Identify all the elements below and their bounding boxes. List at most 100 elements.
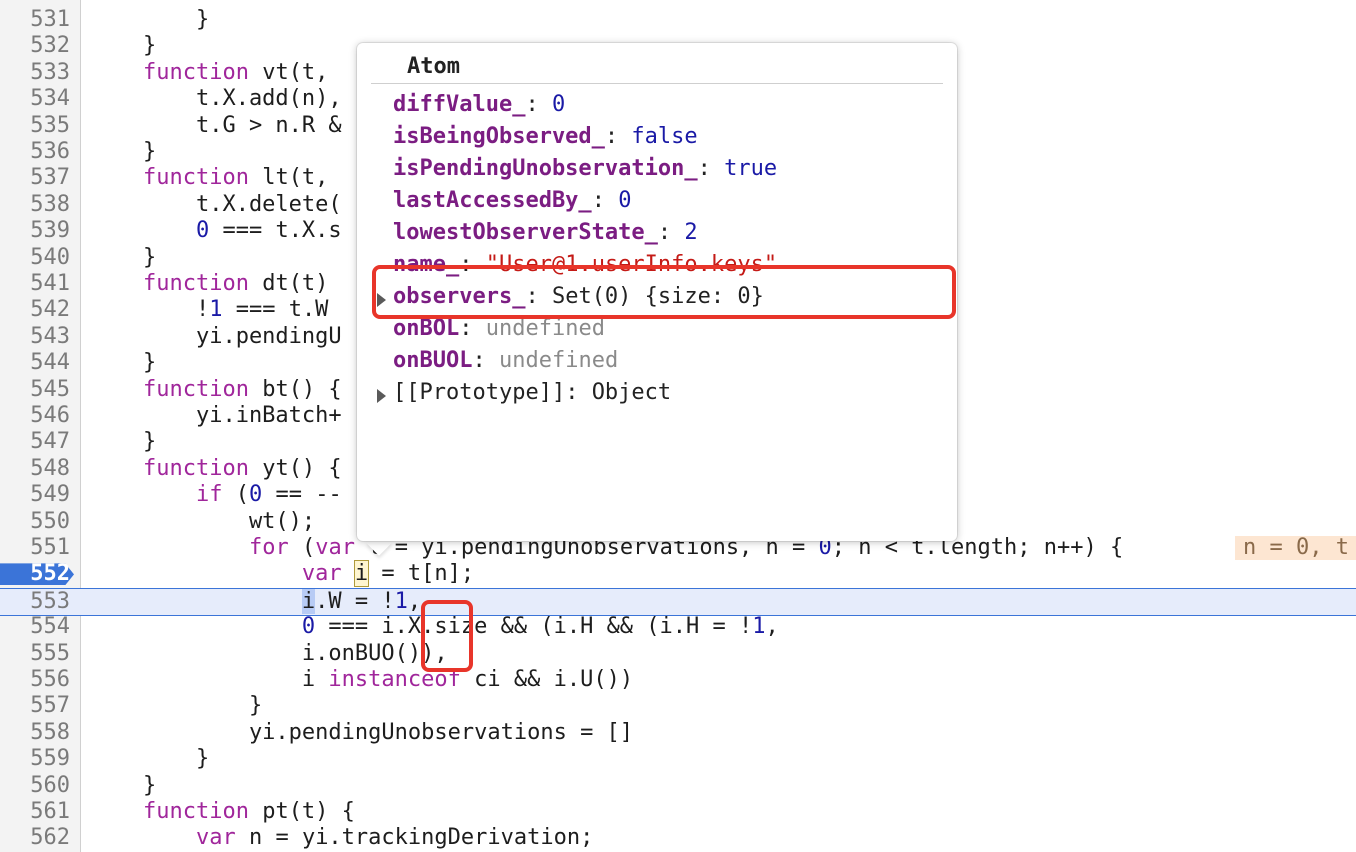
- line-number[interactable]: 554: [0, 614, 70, 640]
- code-line-559: 559 }: [0, 746, 1356, 772]
- code-token: for: [248, 535, 289, 560]
- line-number[interactable]: 550: [0, 509, 70, 535]
- property-row: name_: "User@1.userInfo.keys": [393, 249, 777, 281]
- code-token: lt(t,: [248, 165, 329, 191]
- code-text: if (0 == --: [90, 482, 342, 508]
- line-number[interactable]: 547: [0, 429, 70, 455]
- code-token: i.onBUO()),: [90, 640, 448, 666]
- line-number[interactable]: 555: [0, 641, 70, 667]
- code-line-560: 560 }: [0, 773, 1356, 799]
- property-row[interactable]: [[Prototype]]: Object: [377, 377, 671, 409]
- line-number[interactable]: 537: [0, 165, 70, 191]
- code-token: i: [90, 667, 329, 692]
- property-colon: :: [525, 92, 552, 117]
- code-text: t.X.delete(: [90, 192, 342, 218]
- code-token: }: [90, 350, 157, 376]
- code-token: function: [142, 271, 249, 296]
- line-number[interactable]: 549: [0, 482, 70, 508]
- code-token: instanceof: [328, 667, 461, 692]
- property-row[interactable]: observers_: Set(0) {size: 0}: [377, 281, 764, 313]
- line-number[interactable]: 539: [0, 218, 70, 244]
- property-value: 2: [684, 220, 698, 245]
- line-number[interactable]: 561: [0, 799, 70, 825]
- line-number[interactable]: 557: [0, 693, 70, 719]
- code-text: }: [90, 429, 156, 455]
- property-row: onBOL: undefined: [393, 313, 605, 345]
- code-token: function: [142, 376, 249, 402]
- code-text: }: [90, 350, 156, 376]
- line-number[interactable]: 543: [0, 324, 70, 350]
- line-number[interactable]: 542: [0, 297, 70, 323]
- line-number[interactable]: 545: [0, 377, 70, 403]
- code-token: ,: [765, 614, 779, 640]
- line-number[interactable]: 553: [0, 589, 70, 615]
- line-number[interactable]: 544: [0, 350, 70, 376]
- code-token: n = yi.trackingDerivation;: [235, 825, 594, 851]
- code-text: 0 === t.X.s: [90, 218, 342, 244]
- code-token: === i.X.size && (i.H && (i.H = !: [315, 614, 753, 640]
- code-token: ,: [407, 588, 422, 614]
- code-token: pt(t) {: [248, 799, 355, 824]
- hovered-variable[interactable]: i: [353, 560, 370, 588]
- code-text: function lt(t,: [90, 165, 328, 191]
- code-text: yi.pendingU: [90, 324, 342, 350]
- line-number[interactable]: 535: [0, 113, 70, 139]
- line-number[interactable]: 531: [0, 7, 70, 33]
- code-line-557: 557 }: [0, 693, 1356, 719]
- code-text: }: [90, 7, 209, 33]
- property-key: lowestObserverState_: [393, 220, 658, 245]
- code-token: t.X.add(n),: [90, 86, 342, 112]
- line-number[interactable]: 548: [0, 456, 70, 482]
- code-text: }: [90, 746, 209, 772]
- code-token: === t.X.s: [209, 218, 342, 244]
- code-text: }: [90, 693, 262, 719]
- code-line-556: 556 i instanceof ci && i.U()): [0, 667, 1356, 693]
- code-token: function: [142, 455, 249, 481]
- selected-token[interactable]: i: [301, 588, 316, 614]
- line-number[interactable]: 533: [0, 60, 70, 86]
- line-number[interactable]: 540: [0, 245, 70, 271]
- code-token: }: [90, 244, 157, 270]
- expand-triangle-icon[interactable]: [377, 293, 386, 307]
- line-number[interactable]: 536: [0, 139, 70, 165]
- code-text: }: [90, 139, 156, 165]
- code-text: }: [90, 245, 156, 271]
- property-key: name_: [393, 252, 460, 277]
- code-token: }: [90, 693, 263, 719]
- line-number[interactable]: 541: [0, 271, 70, 297]
- code-token: (: [288, 535, 316, 560]
- code-text: var n = yi.trackingDerivation;: [90, 825, 593, 851]
- code-line-554: 554 0 === i.X.size && (i.H && (i.H = !1,: [0, 614, 1356, 640]
- code-token: }: [90, 139, 157, 164]
- expand-triangle-icon[interactable]: [377, 389, 386, 403]
- code-token: t.X.delete(: [90, 191, 342, 217]
- line-number[interactable]: 551: [0, 535, 70, 561]
- line-number[interactable]: 534: [0, 86, 70, 112]
- property-key: onBOL: [393, 316, 460, 341]
- line-number[interactable]: 562: [0, 825, 70, 851]
- code-token: yi.inBatch+: [90, 403, 342, 428]
- code-text: i instanceof ci && i.U()): [90, 667, 633, 693]
- property-value: 0: [551, 92, 566, 117]
- line-number[interactable]: 558: [0, 720, 70, 746]
- line-number[interactable]: 556: [0, 667, 70, 693]
- line-number[interactable]: 532: [0, 33, 70, 59]
- property-colon: :: [697, 156, 725, 181]
- property-key: isBeingObserved_: [393, 124, 605, 149]
- property-value: Set(0) {size: 0}: [551, 284, 764, 309]
- line-number[interactable]: 546: [0, 403, 70, 429]
- code-token: function: [142, 165, 249, 191]
- line-number[interactable]: 559: [0, 746, 70, 772]
- code-token: (: [222, 482, 249, 508]
- code-token: !: [90, 297, 210, 323]
- property-row: onBUOL: undefined: [393, 345, 618, 377]
- code-token: .W = !: [315, 588, 395, 614]
- line-number[interactable]: 552: [0, 561, 70, 587]
- code-text: }: [90, 33, 156, 59]
- line-number[interactable]: 560: [0, 773, 70, 799]
- code-token: bt() {: [248, 376, 342, 402]
- code-token: 0: [301, 614, 316, 640]
- line-number[interactable]: 538: [0, 192, 70, 218]
